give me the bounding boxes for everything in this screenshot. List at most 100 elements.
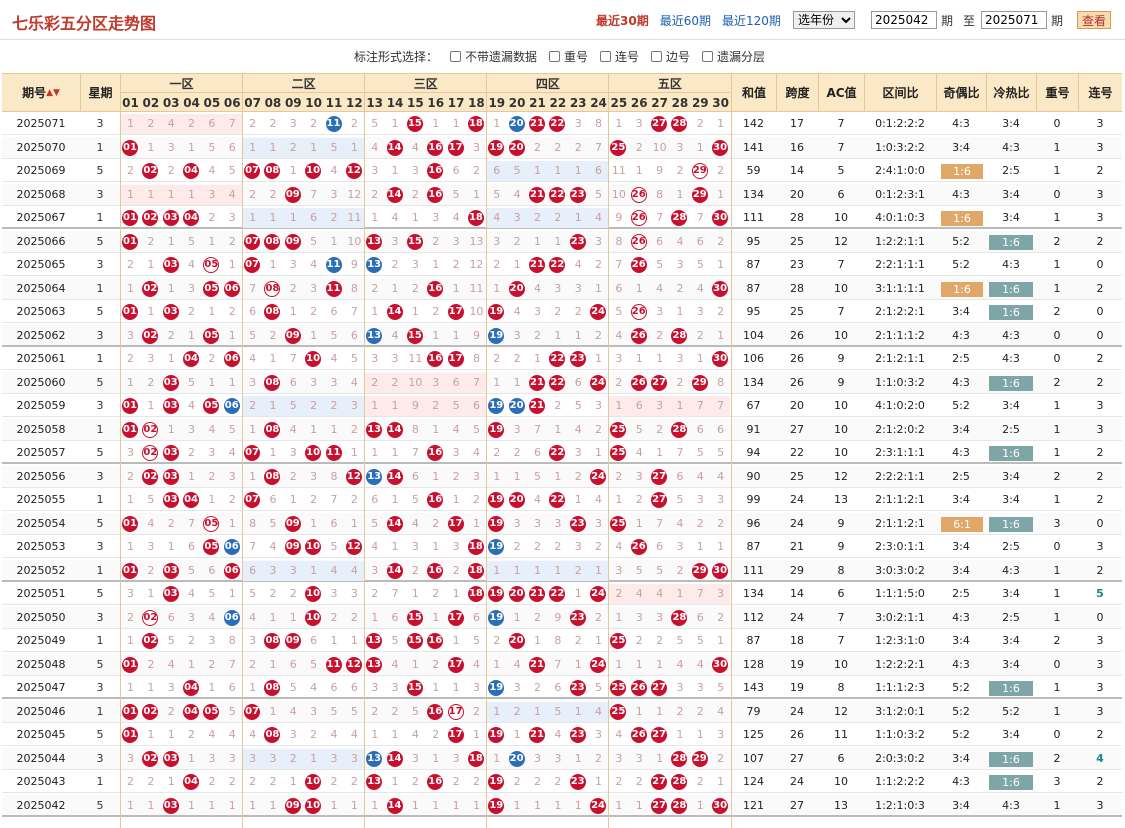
- zone-ratio-cell: 0:1:2:3:1: [875, 187, 925, 201]
- repeat-cell: 3: [1053, 775, 1061, 788]
- sum-cell: 87: [746, 258, 761, 271]
- miss-count: 1: [371, 211, 379, 224]
- ac-cell: 6: [837, 187, 845, 201]
- ac-cell: 10: [834, 328, 848, 342]
- drawn-ball: 02: [142, 445, 159, 461]
- zone-separator: [364, 73, 366, 828]
- miss-count: 2: [656, 328, 664, 342]
- drawn-ball: 23: [569, 351, 586, 367]
- miss-count: 2: [615, 375, 623, 389]
- miss-count: 7: [696, 211, 704, 224]
- zone-ratio-cell: 1:2:3:1:0: [875, 634, 925, 647]
- drawn-ball: 11: [325, 257, 342, 273]
- drawn-ball: 26: [630, 727, 647, 743]
- table-header: 期号 ▲▼ 星期 一区 二区 三区 四区 五区 01 02 03 04 05 06 07 08 09 10 11…: [2, 73, 1122, 112]
- repeat-cell: 0: [1053, 728, 1061, 741]
- miss-count: 1: [615, 399, 623, 412]
- range-60[interactable]: 最近60期: [660, 12, 711, 29]
- miss-count: 2: [513, 704, 521, 718]
- drawn-ball: 01: [122, 656, 138, 673]
- header-issue[interactable]: 期号 ▲▼: [2, 74, 80, 111]
- miss-count: 3: [696, 493, 704, 506]
- drawn-ball: 28: [671, 116, 688, 132]
- miss-count: 4: [330, 164, 338, 177]
- miss-count: 1: [432, 751, 440, 765]
- miss-count: 2: [167, 328, 175, 342]
- drawn-ball: 27: [651, 774, 668, 790]
- miss-count: 2: [574, 140, 582, 154]
- header-number-11: 11: [325, 96, 343, 110]
- checkbox-icon[interactable]: [548, 50, 560, 62]
- miss-count: 1: [391, 540, 399, 553]
- odd-even-cell: 5:2: [952, 258, 970, 271]
- range-120[interactable]: 最近120期: [722, 12, 781, 29]
- miss-count: 2: [330, 211, 338, 224]
- header-number-12: 12: [345, 96, 363, 110]
- miss-count: 5: [391, 634, 399, 647]
- miss-count: 3: [513, 422, 521, 436]
- miss-count: 5: [493, 187, 501, 201]
- miss-count: 5: [330, 540, 338, 553]
- miss-count: 2: [147, 657, 155, 671]
- drawn-ball: 01: [122, 515, 138, 532]
- year-select[interactable]: 选年份: [792, 11, 855, 29]
- week-cell: 5: [96, 305, 104, 318]
- option-no-miss[interactable]: 不带遗漏数据: [449, 48, 537, 65]
- week-cell: 3: [96, 258, 104, 271]
- drawn-ball: 02: [142, 163, 159, 179]
- miss-count: 12: [347, 187, 362, 201]
- miss-count: 4: [595, 211, 603, 224]
- miss-count: 6: [717, 422, 725, 436]
- miss-count: 2: [228, 234, 236, 248]
- miss-count: 1: [493, 563, 501, 577]
- miss-count: 5: [228, 164, 236, 177]
- query-button[interactable]: 查看: [1076, 11, 1111, 29]
- miss-count: 3: [411, 540, 419, 553]
- header-number-10: 10: [305, 96, 322, 110]
- checkbox-icon[interactable]: [600, 50, 611, 62]
- option-repeat[interactable]: 重号: [548, 48, 588, 65]
- miss-count: 1: [330, 422, 338, 436]
- week-cell: 1: [96, 563, 104, 577]
- miss-count: 1: [696, 352, 704, 365]
- miss-count: 5: [249, 328, 257, 342]
- miss-count: 6: [289, 375, 297, 389]
- miss-count: 5: [228, 422, 236, 436]
- checkbox-icon[interactable]: [702, 50, 714, 62]
- checkbox-icon[interactable]: [449, 50, 461, 62]
- miss-count: 6: [656, 234, 664, 248]
- table-row: 2025043 1 2 2 1 04 2 2 2 2 1 10 2 2 13 1 2 16 2 2 19 2 2 2 23 1 2 2…: [2, 771, 1122, 793]
- miss-count: 2: [350, 610, 358, 624]
- range-30[interactable]: 最近30期: [596, 12, 649, 29]
- miss-count: 2: [717, 610, 725, 624]
- miss-count: 1: [696, 140, 704, 154]
- from-issue-input[interactable]: [870, 11, 937, 29]
- option-edge[interactable]: 边号: [651, 48, 690, 65]
- miss-count: 1: [411, 657, 419, 671]
- repeat-cell: 0: [1053, 117, 1061, 130]
- drawn-ball: 29: [691, 186, 708, 203]
- checkbox-icon[interactable]: [651, 50, 663, 62]
- miss-count: 2: [391, 258, 399, 271]
- miss-count: 1: [208, 798, 216, 812]
- miss-count: 3: [269, 563, 277, 577]
- miss-count: 7: [350, 305, 358, 318]
- drawn-ball: 11: [325, 656, 342, 673]
- table-row: 2025062 3 3 02 2 1 05 1 5 2 09 1 5 6 13 4 15 1 1 9 19 3 2 1 1 2 4 2…: [2, 324, 1122, 347]
- miss-count: 7: [534, 422, 541, 436]
- drawn-ball: 13: [366, 327, 383, 344]
- miss-count: 2: [350, 775, 358, 788]
- zone-separator: [730, 73, 732, 828]
- miss-count: 1: [127, 540, 134, 553]
- miss-count: 6: [249, 563, 257, 577]
- zone-ratio-cell: 1:1:2:2:2: [875, 775, 925, 788]
- to-issue-input[interactable]: [980, 11, 1047, 29]
- miss-count: 6: [269, 493, 277, 506]
- sort-icon[interactable]: ▲▼: [46, 88, 60, 98]
- table-row: 2025044 3 3 02 03 1 3 3 3 3 2 1 3 3 13 14 3 1 3 18 1 20 3 3 1 2 3 3…: [2, 747, 1122, 770]
- miss-count: 2: [208, 775, 216, 788]
- miss-count: 3: [472, 140, 480, 154]
- sum-cell: 87: [746, 281, 761, 295]
- option-consecutive[interactable]: 连号: [600, 48, 639, 65]
- option-miss-layer[interactable]: 遗漏分层: [702, 48, 765, 65]
